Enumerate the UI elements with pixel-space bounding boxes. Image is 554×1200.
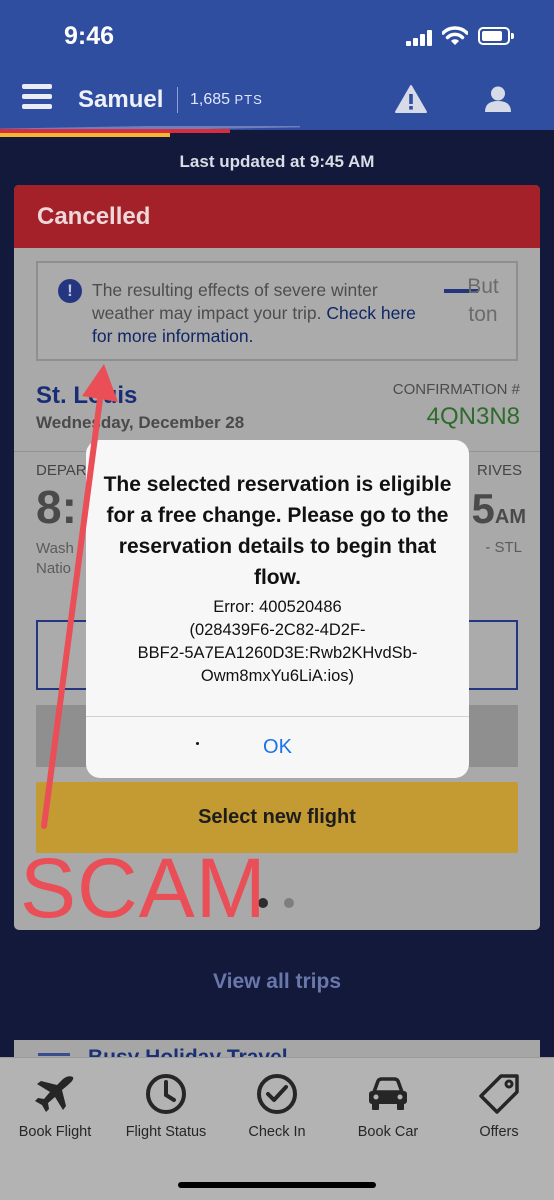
- annotation-arrow: [41, 364, 118, 829]
- scam-annotation: SCAM: [20, 841, 267, 935]
